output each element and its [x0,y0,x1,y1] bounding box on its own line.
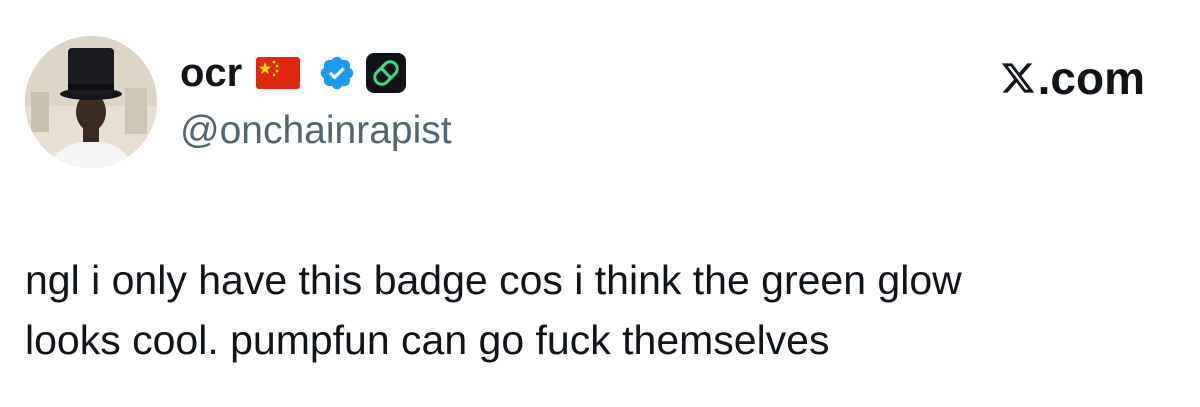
author-name-row: ocr [180,48,407,98]
author-handle[interactable]: @onchainrapist [180,108,452,154]
tweet-text: ngl i only have this badge cos i think t… [25,257,962,363]
china-flag-icon [256,57,301,89]
avatar[interactable] [25,36,157,168]
tweet-card: ocr @onchainrapist .com ngl i only have … [0,0,1200,407]
display-name[interactable]: ocr [180,50,242,96]
verified-checkmark-icon[interactable] [318,54,356,92]
brand-logo[interactable]: .com [1000,52,1145,104]
x-logo-icon [1000,59,1036,97]
green-pill-icon[interactable] [366,53,407,93]
brand-domain-text: .com [1037,52,1145,104]
